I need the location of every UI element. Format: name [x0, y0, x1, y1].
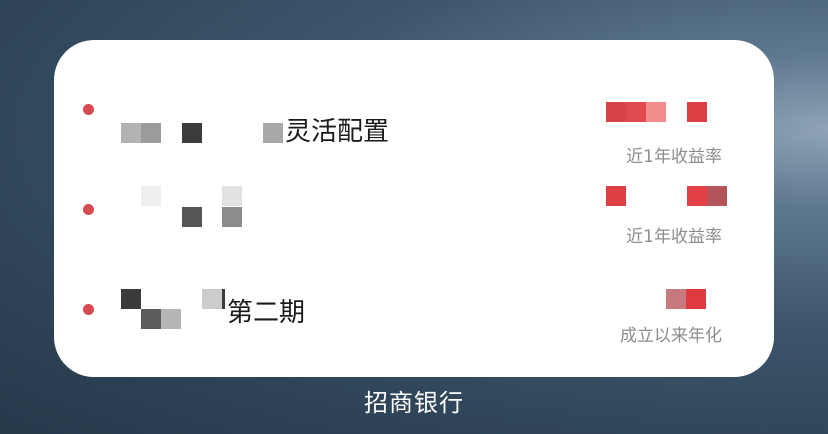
fund-name-suffix: 第二期 [227, 298, 306, 328]
fund-name-suffix: 灵活配置 [285, 117, 390, 147]
obscured-value-block [686, 289, 706, 309]
obscured-text-block [222, 289, 225, 309]
obscured-text-block [263, 123, 283, 143]
obscured-text-block [141, 123, 161, 143]
obscured-text-block [141, 309, 161, 329]
metric-label: 近1年收益率 [626, 227, 722, 247]
obscured-text-block [222, 207, 242, 227]
obscured-value-block [707, 186, 727, 206]
app-name-label[interactable]: 招商银行 [0, 383, 828, 418]
fund-row[interactable]: 灵活配置 近1年收益率 [54, 60, 774, 167]
obscured-value-block [626, 102, 646, 122]
obscured-value-block [666, 289, 686, 309]
obscured-text-block [141, 186, 161, 206]
obscured-text-block [222, 186, 242, 206]
bank-fund-widget[interactable]: 灵活配置 近1年收益率 近1年收益率 第二期 成立以来年化 [54, 40, 774, 377]
fund-row[interactable]: 近1年收益率 [54, 160, 774, 250]
fund-row[interactable]: 第二期 成立以来年化 [54, 260, 774, 350]
obscured-text-block [182, 123, 202, 143]
obscured-text-block [121, 289, 141, 309]
obscured-text-block [121, 123, 141, 143]
bullet-dot [83, 104, 94, 115]
obscured-value-block [687, 102, 707, 122]
bullet-dot [83, 204, 94, 215]
obscured-value-block [646, 102, 666, 122]
obscured-value-block [606, 186, 626, 206]
bullet-dot [83, 304, 94, 315]
obscured-value-block [606, 102, 626, 122]
obscured-text-block [202, 289, 222, 309]
obscured-text-block [182, 207, 202, 227]
obscured-value-block [687, 186, 707, 206]
metric-label: 成立以来年化 [620, 326, 722, 346]
obscured-text-block [161, 309, 181, 329]
